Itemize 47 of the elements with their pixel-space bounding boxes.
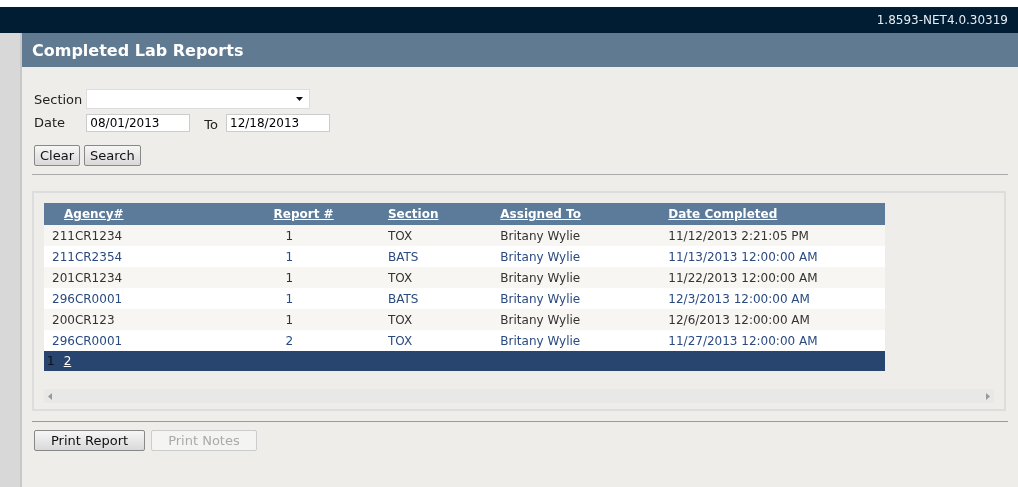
table-cell: 11/13/2013 12:00:00 AM: [668, 249, 818, 264]
table-cell: TOX: [387, 228, 413, 243]
clear-button[interactable]: Clear: [34, 145, 80, 166]
table-cell: Britany Wylie: [500, 270, 581, 285]
table-cell: 1: [285, 312, 294, 327]
search-button[interactable]: Search: [84, 145, 141, 166]
table-cell: 211CR1234: [52, 228, 123, 243]
table-cell: Britany Wylie: [500, 249, 581, 264]
table-cell: 1: [285, 249, 294, 264]
table-cell: 1: [285, 270, 294, 285]
table-cell: 200CR123: [52, 312, 115, 327]
table-cell: 211CR2354: [52, 249, 123, 264]
table-cell: Britany Wylie: [500, 333, 581, 348]
table-cell: 11/22/2013 12:00:00 AM: [668, 270, 818, 285]
table-cell: 1: [285, 291, 294, 306]
dropdown-caret-icon: [296, 97, 304, 101]
scroll-right-icon[interactable]: [986, 392, 990, 400]
table-cell: BATS: [387, 249, 419, 264]
section-label: Section: [34, 91, 83, 107]
table-cell: TOX: [387, 312, 413, 327]
date-from-field[interactable]: 08/01/2013: [86, 113, 191, 132]
column-header[interactable]: Agency#: [64, 207, 124, 221]
horizontal-scrollbar[interactable]: [44, 389, 994, 403]
section-dropdown[interactable]: [86, 89, 311, 109]
panel-title: Completed Lab Reports: [32, 40, 244, 60]
date-label: Date: [34, 115, 67, 130]
table-cell: 11/12/2013 2:21:05 PM: [668, 228, 809, 243]
scroll-left-icon[interactable]: [48, 392, 52, 400]
table-cell: 12/6/2013 12:00:00 AM: [668, 312, 810, 327]
table-cell: 296CR0001: [52, 333, 123, 348]
to-label: To: [204, 117, 218, 132]
table-cell: 2: [285, 333, 294, 348]
table-cell: TOX: [387, 333, 413, 348]
table-cell: Britany Wylie: [500, 312, 581, 327]
table-cell: 12/3/2013 12:00:00 AM: [668, 291, 810, 306]
table-cell: Britany Wylie: [500, 291, 581, 306]
print-report-button[interactable]: Print Report: [34, 430, 146, 451]
date-to-field[interactable]: 12/18/2013: [226, 113, 330, 132]
version-text: 1.8593-NET4.0.30319: [876, 13, 1008, 27]
table-cell: TOX: [387, 270, 413, 285]
table-cell: 1: [285, 228, 294, 243]
table-cell: 11/27/2013 12:00:00 AM: [668, 333, 818, 348]
table-cell: BATS: [387, 291, 419, 306]
page-link[interactable]: 2: [63, 354, 72, 368]
table-cell: 296CR0001: [52, 291, 123, 306]
table-cell: 201CR1234: [52, 270, 123, 285]
table-cell: Britany Wylie: [500, 228, 581, 243]
